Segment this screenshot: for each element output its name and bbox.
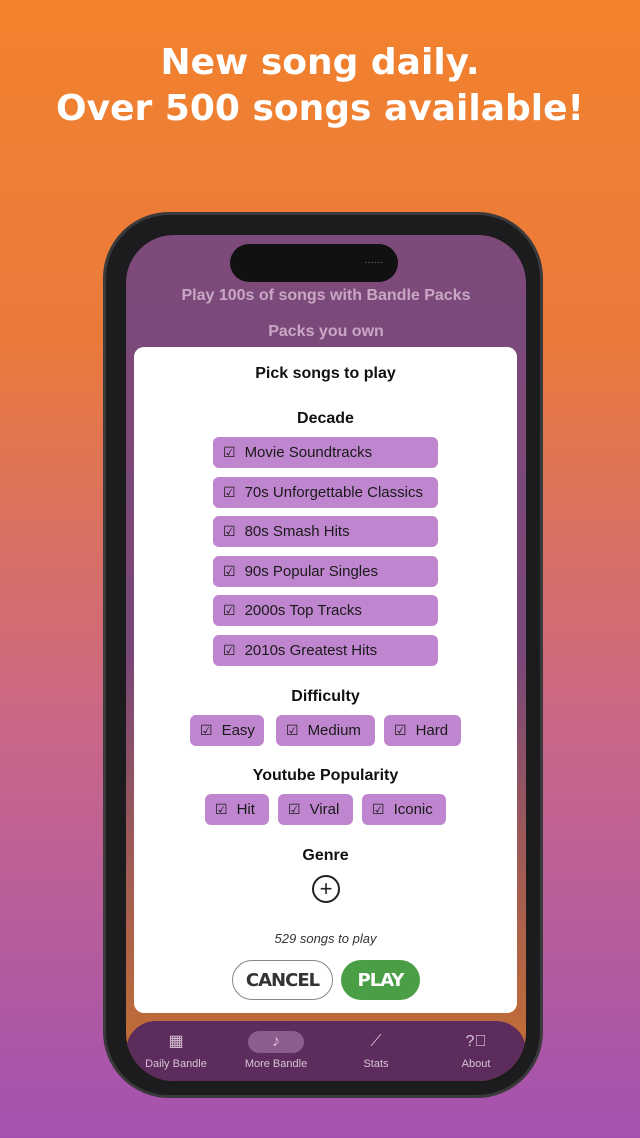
chip-label: Hit — [236, 801, 255, 818]
checkbox-checked-icon: ☑ — [223, 562, 236, 579]
chip-label: 70s Unforgettable Classics — [244, 483, 423, 501]
chip-label: Hard — [415, 722, 449, 739]
nav-label: About — [461, 1058, 491, 1070]
nav-label: More Bandle — [244, 1058, 308, 1070]
packs-own-label: Packs you own — [268, 323, 384, 340]
checkbox-checked-icon: ☑ — [372, 801, 385, 817]
checkbox-checked-icon: ☑ — [223, 444, 236, 460]
filter-chip[interactable]: ☑ 80s Smash Hits — [213, 516, 438, 548]
dialog-title: Pick songs to play — [255, 365, 396, 382]
checkbox-checked-icon: ☑ — [288, 801, 301, 817]
filter-chip[interactable]: ☑ Hit — [205, 794, 269, 825]
popularity-heading: Youtube Popularity — [252, 767, 399, 784]
chip-label: 2010s Greatest Hits — [244, 642, 378, 659]
headline-line-2: Over 500 songs available! — [56, 88, 584, 129]
chip-label: 90s Popular Singles — [244, 562, 378, 580]
filter-chip[interactable]: ☑ 90s Popular Singles — [213, 555, 438, 587]
cancel-button[interactable]: CANCEL — [232, 960, 333, 1000]
bottom-nav: ▦ Daily Bandle ♪ More Bandle ⟋ Stats ?⃝ About — [126, 1021, 526, 1081]
filter-chip[interactable]: ☑ Hard — [384, 715, 461, 746]
nav-item-about[interactable]: ?⃝ About — [426, 1021, 526, 1081]
checkbox-checked-icon: ☑ — [286, 722, 299, 738]
genre-heading: Genre — [302, 847, 349, 864]
checkbox-checked-icon: ☑ — [394, 722, 407, 738]
nav-label: Daily Bandle — [145, 1058, 207, 1070]
packs-title: Play 100s of songs with Bandle Packs — [181, 287, 471, 304]
dynamic-island: ...... — [230, 244, 398, 282]
filter-chip[interactable]: ☑ Movie Soundtracks — [213, 437, 438, 468]
checkbox-checked-icon: ☑ — [223, 483, 236, 500]
checkbox-checked-icon: ☑ — [200, 722, 213, 738]
filter-chip[interactable]: ☑ Viral — [278, 794, 353, 825]
checkbox-checked-icon: ☑ — [215, 801, 228, 817]
filter-chip[interactable]: ☑ 70s Unforgettable Classics — [213, 476, 438, 508]
chip-label: Medium — [307, 722, 361, 739]
chip-label: Easy — [221, 722, 255, 739]
phone-screen: ...... Play 100s of songs with Bandle Pa… — [126, 235, 526, 1081]
nav-item-more-bandle[interactable]: ♪ More Bandle — [226, 1021, 326, 1081]
filter-chip[interactable]: ☑ Iconic — [362, 794, 446, 825]
add-genre-button[interactable]: + — [312, 875, 340, 903]
nav-item-stats[interactable]: ⟋ Stats — [326, 1021, 426, 1081]
filter-chip[interactable]: ☑ 2000s Top Tracks — [213, 595, 438, 627]
chip-label: 2000s Top Tracks — [244, 602, 362, 620]
chip-label: Iconic — [393, 801, 433, 818]
checkbox-checked-icon: ☑ — [223, 523, 236, 540]
songs-count: 529 songs to play — [274, 931, 377, 946]
filter-chip[interactable]: ☑ Easy — [190, 715, 264, 746]
nav-item-daily-bandle[interactable]: ▦ Daily Bandle — [126, 1021, 226, 1081]
checkbox-checked-icon: ☑ — [223, 642, 236, 658]
headline-line-1: New song daily. — [160, 42, 480, 83]
calendar-icon: ▦ — [168, 1033, 184, 1050]
chip-label: 80s Smash Hits — [244, 523, 350, 541]
phone-frame: ...... Play 100s of songs with Bandle Pa… — [103, 212, 543, 1098]
filter-chip[interactable]: ☑ 2010s Greatest Hits — [213, 635, 438, 666]
decade-heading: Decade — [297, 410, 354, 427]
chart-icon: ⟋ — [370, 1033, 382, 1050]
promo-headline: New song daily. Over 500 songs available… — [0, 40, 640, 132]
difficulty-heading: Difficulty — [291, 688, 360, 705]
chip-label: Viral — [309, 801, 340, 818]
checkbox-checked-icon: ☑ — [223, 602, 236, 619]
play-button[interactable]: PLAY — [341, 960, 420, 1000]
help-bubble-icon: ?⃝ — [465, 1033, 487, 1050]
pick-songs-dialog: Pick songs to play Decade ☑ Movie Soundtr… — [134, 347, 517, 1013]
nav-label: Stats — [363, 1058, 389, 1070]
music-note-icon: ♪ — [248, 1031, 304, 1053]
chip-label: Movie Soundtracks — [244, 444, 373, 461]
filter-chip[interactable]: ☑ Medium — [276, 715, 375, 746]
